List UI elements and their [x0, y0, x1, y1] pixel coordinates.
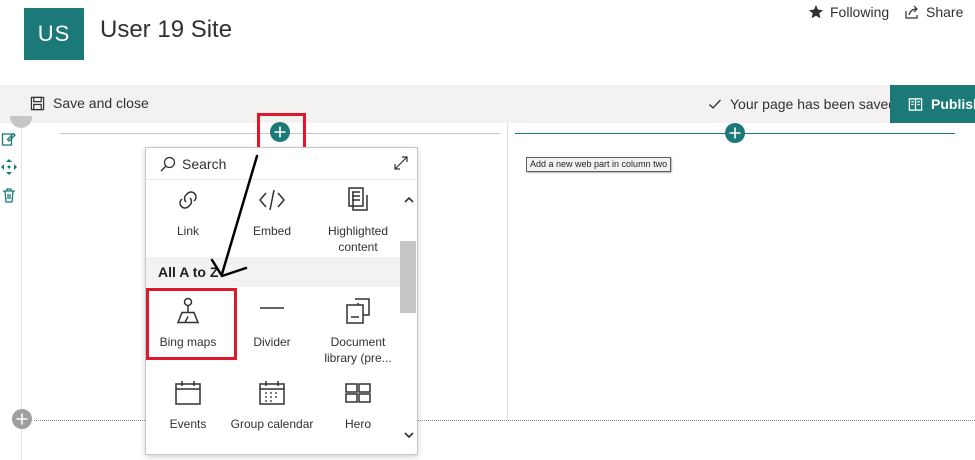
plus-icon — [274, 126, 286, 138]
toolbox-item-label: Document library (pre... — [324, 335, 392, 365]
command-bar: Save and close Your page has been saved … — [0, 85, 975, 123]
toolbox-item-label: Bing maps — [159, 335, 217, 349]
saved-status: Your page has been saved — [708, 96, 896, 112]
hero-icon — [343, 378, 373, 408]
share-icon — [905, 5, 918, 19]
tooltip: Add a new web part in column two — [526, 157, 672, 172]
toolbox-search-input[interactable] — [182, 154, 372, 174]
embed-icon — [257, 185, 287, 215]
toolbox-scrollbar[interactable] — [402, 181, 417, 454]
toolbox-item-label: Hero — [344, 417, 371, 431]
toolbox-item-group-calendar[interactable]: Group calendar — [230, 376, 314, 448]
link-icon — [173, 185, 203, 215]
chevron-up-icon — [404, 196, 414, 203]
checkmark-icon — [709, 99, 721, 109]
toolbox-item-divider[interactable]: Divider — [230, 294, 314, 366]
edit-section-icon[interactable] — [1, 131, 17, 147]
toolbox-item-label: Highlighted content — [327, 224, 389, 254]
toolbox-item-document-library[interactable]: Document library (pre... — [316, 294, 400, 366]
book-icon — [908, 97, 923, 111]
publish-button[interactable]: Publish — [890, 85, 975, 123]
toolbox-section-header: All A to Z — [146, 257, 402, 287]
toolbox-scroll-thumb[interactable] — [400, 241, 416, 313]
scroll-up-button[interactable] — [403, 193, 415, 205]
column-divider — [507, 123, 508, 420]
plus-icon — [729, 127, 741, 139]
search-icon — [160, 156, 176, 172]
site-logo[interactable]: US — [24, 8, 84, 60]
move-section-icon[interactable] — [1, 159, 17, 175]
toolbox-item-label: Embed — [252, 224, 292, 238]
star-icon — [808, 5, 824, 19]
events-icon — [173, 378, 203, 408]
document-library-icon — [343, 296, 373, 326]
toolbox-item-link[interactable]: Link — [146, 183, 230, 255]
expand-icon[interactable] — [393, 155, 409, 171]
bing-maps-icon — [173, 296, 203, 326]
group-calendar-icon — [257, 378, 287, 408]
save-and-close-button[interactable]: Save and close — [30, 95, 149, 111]
toolbox-item-label: Group calendar — [230, 417, 314, 431]
share-label: Share — [926, 4, 964, 20]
add-web-part-column-one-button[interactable] — [270, 122, 290, 142]
publish-label: Publish — [931, 96, 975, 112]
toolbox-item-hero[interactable]: Hero — [316, 376, 400, 448]
web-part-toolbox: Link Embed Highlighted content All A to … — [145, 147, 418, 455]
delete-section-icon[interactable] — [1, 187, 17, 203]
add-section-button[interactable] — [12, 409, 32, 429]
share-button[interactable]: Share — [904, 2, 963, 22]
toolbox-item-highlighted-content[interactable]: Highlighted content — [316, 183, 400, 255]
toolbox-section-label: All A to Z — [158, 264, 219, 280]
toolbox-item-label: Divider — [253, 335, 291, 349]
site-title[interactable]: User 19 Site — [100, 16, 232, 44]
toolbox-item-events[interactable]: Events — [146, 376, 230, 448]
toolbox-search-bar — [146, 148, 417, 180]
toolbox-item-embed[interactable]: Embed — [230, 183, 314, 255]
save-icon — [30, 96, 45, 110]
divider-icon — [257, 296, 287, 326]
toolbox-item-label: Link — [176, 224, 199, 238]
add-web-part-column-two-button[interactable] — [725, 123, 745, 143]
following-button[interactable]: Following — [808, 2, 889, 22]
toolbox-item-bing-maps[interactable]: Bing maps — [146, 294, 230, 366]
highlighted-content-icon — [343, 185, 373, 215]
save-and-close-label: Save and close — [53, 95, 149, 111]
scroll-down-button[interactable] — [403, 428, 415, 440]
chevron-down-icon — [404, 432, 414, 439]
plus-icon — [16, 413, 28, 425]
toolbox-item-label: Events — [169, 417, 207, 431]
saved-status-text: Your page has been saved — [730, 96, 897, 112]
following-label: Following — [830, 4, 890, 20]
